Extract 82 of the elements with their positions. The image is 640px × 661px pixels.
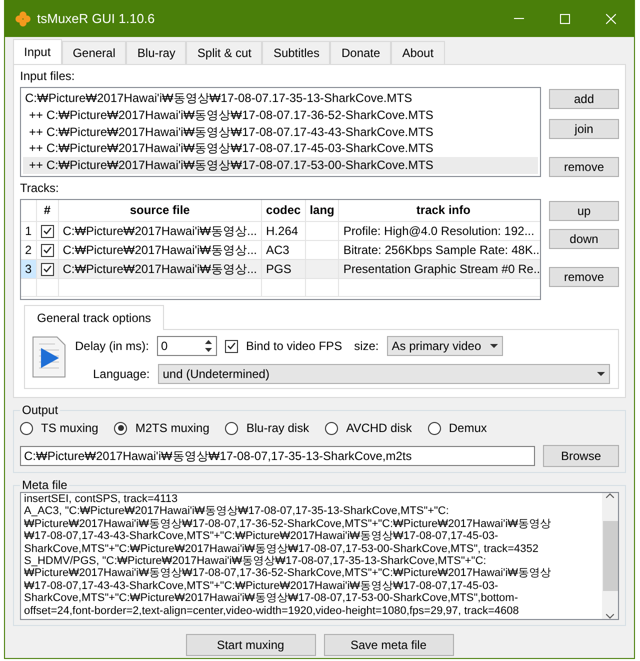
tab[interactable]: Blu-ray	[126, 41, 186, 64]
checkbox[interactable]	[225, 340, 238, 352]
options-tab[interactable]: General track options	[24, 305, 164, 330]
group-label: Output	[20, 403, 60, 417]
column-header[interactable]: lang	[305, 200, 339, 221]
track-row[interactable]: 2 C:₩Picture₩2017Hawai'i₩동영상... AC3 Bitrate: 256Kbps Sample Rate: 48K...	[21, 240, 540, 259]
scroll-down-icon	[606, 614, 614, 619]
file-row[interactable]: ++ C:₩Picture₩2017Hawai'i₩동영상₩17-08-07.17-43-43-SharkCove.MTS	[23, 124, 538, 140]
checkbox-label: Bind to video FPS	[246, 338, 342, 355]
file-row[interactable]: ++ C:₩Picture₩2017Hawai'i₩동영상₩17-08-07.17-45-03-SharkCove.MTS	[23, 140, 538, 158]
table-cell: C:₩Picture₩2017Hawai'i₩동영상...	[58, 259, 262, 278]
radio-label: M2TS muxing	[135, 420, 210, 437]
table-cell: C:₩Picture₩2017Hawai'i₩동영상...	[58, 221, 262, 240]
radio-label: Blu-ray disk	[246, 420, 310, 437]
row-number: 2	[21, 240, 36, 259]
maximize-icon	[560, 14, 570, 24]
list-button[interactable]: remove	[549, 157, 619, 177]
tab[interactable]: About	[391, 41, 445, 64]
table-cell: AC3	[262, 240, 306, 259]
radio-label: TS muxing	[41, 420, 98, 437]
delay-spinbox[interactable]: 0	[157, 336, 218, 356]
table-cell: Presentation Graphic Stream #0 Re...	[338, 259, 540, 278]
radio-button[interactable]	[225, 422, 238, 434]
section-label: Input files:	[20, 69, 76, 83]
scroll-up-icon	[606, 493, 614, 498]
column-header[interactable]: #	[36, 200, 58, 221]
section-label: Tracks:	[20, 181, 60, 195]
radio-button[interactable]	[20, 422, 33, 434]
table-cell: Profile: High@4.0 Resolution: 192...	[338, 221, 540, 240]
radio-label: AVCHD disk	[346, 420, 412, 437]
group-label: Meta file	[20, 478, 70, 492]
tab[interactable]: Subtitles	[262, 41, 330, 64]
close-icon	[606, 14, 616, 24]
size-label: size:	[354, 338, 379, 355]
row-number: 1	[21, 221, 36, 240]
table-cell: C:₩Picture₩2017Hawai'i₩동영상...	[58, 240, 262, 259]
column-header[interactable]: codec	[262, 200, 306, 221]
meta-text: insertSEI, contSPS, track=4113 A_AC3, "C:₩Picture₩2017Hawai'i₩동영상₩17-08-07,17-35-13-SharkCove,MTS"+"C: ₩Picture₩2017Hawai'i₩동영상₩17-08-07,17-36-52-SharkCove,MTS"+"C:₩Picture₩2017Hawai'i₩동영상 ₩17-08-07,17-43-43-SharkCove,MTS"+"C:₩Picture₩2017Hawai'i₩동영상₩17-08-07,17-45-03- SharkCove,MTS"+"C:₩Picture₩2017Hawai'i₩동영상₩17-08-07,17-53-00-SharkCove,MTS", track=4352 S_HDMV/PGS, "C:₩Picture₩2017Hawai'i₩동영상₩17-08-07,17-35-13-SharkCove,MTS"+"C: ₩Picture₩2017Hawai'i₩동영상₩17-08-07,17-36-52-SharkCove,MTS"+"C:₩Picture₩2017Hawai'i₩동영상 ₩17-08-07,17-43-43-SharkCove,MTS"+"C:₩Picture₩2017Hawai'i₩동영상₩17-08-07,17-45-03- SharkCove,MTS"+"C:₩Picture₩2017Hawai'i₩동영상₩17-08-07,17-53-00-SharkCove,MTS",bottom- offset=24,font-border=2,text-align=center,video-width=1920,video-height=1080,fps=29,97, track=4608	[23, 493, 552, 619]
radio-button[interactable]	[428, 422, 441, 434]
radio-button[interactable]	[325, 422, 338, 434]
row-number: 3	[21, 259, 36, 278]
column-header[interactable]: track info	[338, 200, 540, 221]
list-button[interactable]: join	[549, 119, 619, 139]
list-button[interactable]: down	[549, 229, 619, 249]
caret-icon	[597, 372, 605, 376]
language-dropdown[interactable]: und (Undetermined)	[158, 364, 610, 384]
window-title: tsMuxeR GUI 1.10.6	[37, 10, 156, 28]
table-cell: H.264	[262, 221, 306, 240]
caret-icon	[490, 344, 498, 348]
action-button[interactable]: Save meta file	[324, 634, 454, 656]
track-row[interactable]: 1 C:₩Picture₩2017Hawai'i₩동영상... H.264 Profile: High@4.0 Resolution: 192...	[21, 221, 540, 240]
checkbox[interactable]	[40, 224, 54, 238]
list-button[interactable]: remove	[549, 267, 619, 287]
file-row[interactable]: C:₩Picture₩2017Hawai'i₩동영상₩17-08-07.17-35-13-SharkCove.MTS	[23, 90, 538, 107]
list-button[interactable]: up	[549, 201, 619, 221]
file-row[interactable]: ++ C:₩Picture₩2017Hawai'i₩동영상₩17-08-07.17-53-00-SharkCove.MTS	[23, 157, 538, 174]
column-header[interactable]: source file	[58, 200, 262, 221]
minimize-icon	[514, 18, 524, 19]
track-row[interactable]: 3 C:₩Picture₩2017Hawai'i₩동영상... PGS Presentation Graphic Stream #0 Re...	[21, 259, 540, 278]
tab[interactable]: General	[62, 41, 126, 64]
checkbox[interactable]	[40, 244, 54, 257]
tab[interactable]: Split & cut	[186, 41, 262, 64]
output-path-field[interactable]: C:₩Picture₩2017Hawai'i₩동영상₩17-08-07,17-35-13-SharkCove,m2ts	[20, 446, 535, 466]
size-dropdown[interactable]: As primary video	[386, 336, 503, 356]
language-label: Language:	[93, 366, 150, 383]
scroll-thumb[interactable]	[602, 521, 618, 591]
browse-button[interactable]: Browse	[543, 445, 619, 467]
table-cell: PGS	[262, 259, 306, 278]
action-button[interactable]: Start muxing	[186, 634, 316, 656]
file-row[interactable]: ++ C:₩Picture₩2017Hawai'i₩동영상₩17-08-07.17-36-52-SharkCove.MTS	[23, 106, 538, 124]
list-button[interactable]: add	[549, 89, 619, 109]
checkbox[interactable]	[40, 262, 54, 276]
table-cell: Bitrate: 256Kbps Sample Rate: 48K...	[338, 240, 540, 259]
tab[interactable]: Donate	[330, 41, 392, 64]
scrollbar[interactable]	[602, 493, 618, 619]
tab[interactable]: Input	[13, 39, 62, 64]
radio-button[interactable]	[114, 422, 128, 434]
spin-arrows-icon	[204, 339, 214, 353]
radio-label: Demux	[448, 420, 487, 437]
video-file-icon	[31, 336, 67, 378]
delay-label: Delay (in ms):	[75, 338, 150, 355]
clover-logo-icon	[15, 10, 31, 26]
